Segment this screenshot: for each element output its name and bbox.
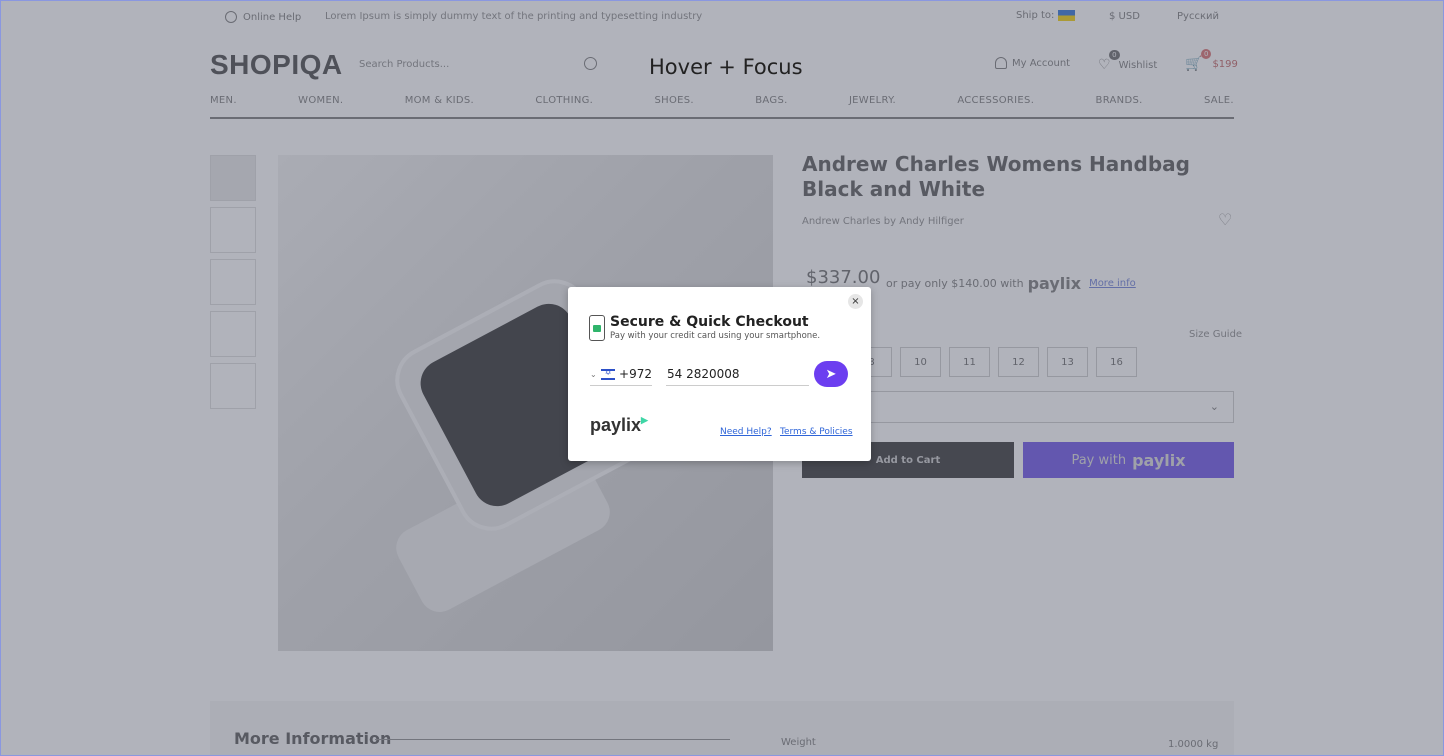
close-button[interactable]: ×	[848, 294, 863, 309]
phone-number-input[interactable]	[666, 363, 809, 386]
hover-focus-label: Hover + Focus	[649, 55, 803, 79]
terms-policies-link[interactable]: Terms & Policies	[780, 427, 853, 437]
country-code-selector[interactable]: ⌄ +972	[590, 363, 652, 386]
paylix-logo: paylix▶	[590, 415, 648, 436]
israel-flag-icon	[600, 368, 616, 380]
country-code: +972	[619, 367, 652, 381]
checkout-modal: × Secure & Quick Checkout Pay with your …	[568, 287, 871, 461]
paylix-logo-text: paylix	[590, 415, 642, 435]
chevron-down-icon: ⌄	[590, 369, 597, 379]
modal-title: Secure & Quick Checkout	[610, 314, 809, 330]
smartphone-lock-icon	[589, 315, 605, 341]
play-triangle-icon: ▶	[641, 415, 648, 425]
page-frame: Online Help Lorem Ipsum is simply dummy …	[0, 0, 1444, 756]
need-help-link[interactable]: Need Help?	[720, 427, 772, 437]
send-button[interactable]: ➤	[814, 361, 848, 387]
modal-subtitle: Pay with your credit card using your sma…	[610, 331, 821, 341]
